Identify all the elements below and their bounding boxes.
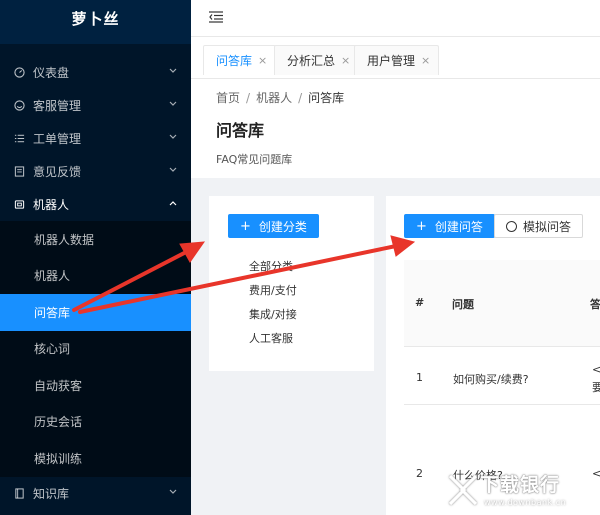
create-category-button[interactable]: + 创建分类 <box>228 214 319 238</box>
tab-analysis[interactable]: 分析汇总 × <box>274 45 360 75</box>
plus-icon: + <box>416 218 427 234</box>
sidebar-item-label: 工单管理 <box>33 132 82 146</box>
sidebar-subitem-robot[interactable]: 机器人 <box>0 258 191 295</box>
button-label: 模拟问答 <box>523 219 572 234</box>
tab-label: 用户管理 <box>367 54 416 68</box>
create-qa-button[interactable]: + 创建问答 <box>404 214 495 238</box>
sidebar-subitem-keywords[interactable]: 核心词 <box>0 331 191 368</box>
sidebar-menu: 仪表盘 客服管理 工单管理 意见反馈 机器人 机器人数据 机器人 问答库 核心词… <box>0 56 191 510</box>
row-index: 2 <box>416 467 423 480</box>
list-icon <box>13 133 25 145</box>
top-header <box>191 0 600 37</box>
robot-submenu: 机器人数据 机器人 问答库 核心词 自动获客 历史会话 模拟训练 <box>0 221 191 477</box>
close-icon[interactable]: × <box>421 54 430 67</box>
close-icon[interactable]: × <box>258 54 267 67</box>
row-answer: <c <box>592 363 600 376</box>
sidebar-item-robot[interactable]: 机器人 <box>0 188 191 221</box>
sidebar-subitem-history[interactable]: 历史会话 <box>0 404 191 441</box>
chevron-down-icon <box>169 67 177 77</box>
category-item[interactable]: 全部分类 <box>249 258 293 274</box>
page-title: 问答库 <box>216 121 265 140</box>
row-answer: 要 <box>592 381 600 394</box>
chevron-up-icon <box>169 199 177 209</box>
book-icon <box>13 487 25 499</box>
chevron-down-icon <box>169 166 177 176</box>
button-label: 创建问答 <box>434 219 483 234</box>
menu-fold-icon[interactable] <box>209 11 223 23</box>
app-logo: 萝卜丝 <box>0 0 191 44</box>
sidebar-subitem-auto-acquire[interactable]: 自动获客 <box>0 367 191 404</box>
plus-icon: + <box>240 218 251 234</box>
watermark-url: www.downbank.cn <box>484 498 567 507</box>
chevron-down-icon <box>169 488 177 498</box>
breadcrumb-home[interactable]: 首页 <box>216 91 240 105</box>
sidebar-item-dashboard[interactable]: 仪表盘 <box>0 56 191 89</box>
sidebar-item-label: 仪表盘 <box>33 66 70 80</box>
sidebar-subitem-faq[interactable]: 问答库 <box>0 294 191 331</box>
sidebar-subitem-robot-data[interactable]: 机器人数据 <box>0 221 191 258</box>
simulate-qa-button[interactable]: 模拟问答 <box>494 214 584 238</box>
button-label: 创建分类 <box>258 219 307 234</box>
category-card: + 创建分类 全部分类 费用/支付 集成/对接 人工客服 <box>209 196 374 371</box>
row-index: 1 <box>416 371 423 384</box>
sidebar-item-tickets[interactable]: 工单管理 <box>0 122 191 155</box>
breadcrumb: 首页 / 机器人 / 问答库 <box>216 89 344 106</box>
category-item[interactable]: 费用/支付 <box>249 282 297 298</box>
sidebar-item-label: 机器人 <box>33 198 70 212</box>
column-header-index: # <box>415 296 425 309</box>
sidebar: 萝卜丝 仪表盘 客服管理 工单管理 意见反馈 机器人 机器人数据 机器人 问答库… <box>0 0 191 515</box>
message-icon <box>506 220 517 232</box>
row-question: 如何购买/续费? <box>453 373 529 386</box>
sidebar-item-feedback[interactable]: 意见反馈 <box>0 155 191 188</box>
tab-label: 问答库 <box>216 54 253 68</box>
sidebar-subitem-training[interactable]: 模拟训练 <box>0 440 191 477</box>
chevron-down-icon <box>169 133 177 143</box>
dashboard-icon <box>13 67 25 79</box>
category-item[interactable]: 集成/对接 <box>249 306 297 322</box>
sidebar-item-label: 意见反馈 <box>33 165 82 179</box>
table-header: # 问题 答 <box>404 260 600 347</box>
page-header: 首页 / 机器人 / 问答库 问答库 FAQ常见问题库 <box>191 79 600 178</box>
breadcrumb-separator: / <box>246 91 251 105</box>
watermark-title: 下载银行 <box>480 474 561 496</box>
tab-users[interactable]: 用户管理 × <box>354 45 440 75</box>
robot-icon <box>13 199 25 211</box>
tab-label: 分析汇总 <box>287 54 336 68</box>
sidebar-item-service[interactable]: 客服管理 <box>0 89 191 122</box>
column-header-answer: 答 <box>590 298 600 311</box>
tabs-bar: 问答库 × 分析汇总 × 用户管理 × <box>191 37 600 79</box>
sidebar-item-knowledge[interactable]: 知识库 <box>0 477 191 510</box>
category-item[interactable]: 人工客服 <box>249 330 293 346</box>
breadcrumb-robot[interactable]: 机器人 <box>256 91 292 105</box>
breadcrumb-separator: / <box>298 91 303 105</box>
breadcrumb-current: 问答库 <box>308 91 345 105</box>
table-row[interactable]: 1 如何购买/续费? <c 要 <box>404 347 600 405</box>
page-description: FAQ常见问题库 <box>216 153 293 166</box>
column-header-question: 问题 <box>452 298 474 311</box>
feedback-icon <box>13 166 25 178</box>
sidebar-item-label: 知识库 <box>33 486 70 501</box>
sidebar-item-label: 客服管理 <box>33 99 82 113</box>
tab-faq[interactable]: 问答库 × <box>203 45 277 75</box>
smile-icon <box>13 100 25 112</box>
close-icon[interactable]: × <box>341 54 350 67</box>
chevron-down-icon <box>169 100 177 110</box>
